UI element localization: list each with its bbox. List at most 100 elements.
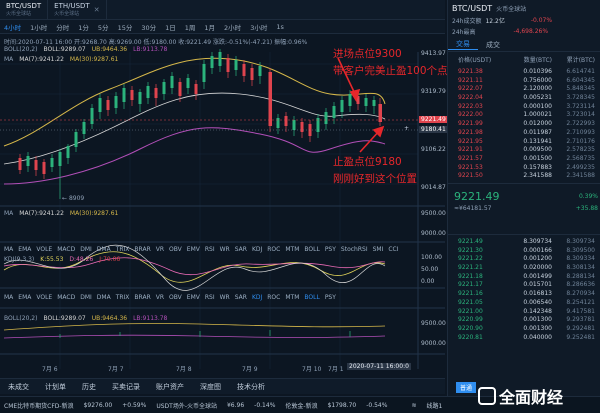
change-abs: -4,698.26% [513, 28, 549, 35]
indicator-cci[interactable]: CCI [388, 246, 398, 253]
bid-row[interactable]: 9220.99 0.001300 9.293781 [448, 316, 600, 325]
kline-chart[interactable]: 时间:2020-07-11 16:00 开:9268.70 高:9269.00 … [0, 34, 458, 374]
bid-row[interactable]: 9220.81 0.040000 9.252481 [448, 334, 600, 343]
bid-row[interactable]: 9221.30 0.000166 8.309500 [448, 247, 600, 256]
interval-1m[interactable]: 1分 [78, 22, 89, 32]
interval-30m[interactable]: 30分 [141, 22, 156, 32]
indicator-stochrsi[interactable]: StochRSI [341, 246, 368, 253]
indicator-rsi[interactable]: RSI [205, 246, 215, 253]
indicator-ema[interactable]: EMA [18, 246, 31, 253]
interval-1h[interactable]: 1小时 [30, 22, 47, 32]
tab-depth[interactable]: 深度图 [200, 382, 221, 392]
bid-row[interactable]: 9221.16 0.016813 8.270934 [448, 290, 600, 299]
indicator-brar[interactable]: BRAR [134, 246, 150, 253]
indicator-psy[interactable]: PSY [325, 246, 336, 253]
ask-row[interactable]: 9222.03 0.000100 3.723114 [448, 103, 600, 112]
tab-trades[interactable]: 买卖记录 [112, 382, 140, 392]
kdj-label: 100.00 [421, 254, 442, 261]
indicator-vr[interactable]: VR [156, 246, 164, 253]
indicator-rsi[interactable]: RSI [205, 294, 215, 301]
tab-open-orders[interactable]: 未成交 [8, 382, 29, 392]
indicator-boll[interactable]: BOLL [304, 294, 319, 301]
tab-title: BTC/USDT [6, 2, 42, 10]
tab-trades[interactable]: 成交 [478, 40, 508, 50]
indicator-dma[interactable]: DMA [97, 246, 111, 253]
indicator-dma[interactable]: DMA [97, 294, 111, 301]
bid-row[interactable]: 9221.21 0.020000 8.308134 [448, 264, 600, 273]
interval-3h[interactable]: 3小时 [250, 22, 267, 32]
indicator-trix[interactable]: TRIX [116, 246, 130, 253]
ask-row[interactable]: 9221.38 0.010396 6.614741 [448, 68, 600, 77]
bid-row[interactable]: 9221.05 0.006540 8.254121 [448, 299, 600, 308]
interval-2h[interactable]: 2小时 [224, 22, 241, 32]
indicator-dmi[interactable]: DMI [80, 294, 92, 301]
indicator-vr[interactable]: VR [156, 294, 164, 301]
ask-row[interactable]: 9221.50 2.341588 2.341588 [448, 172, 600, 181]
bid-row[interactable]: 9220.90 0.001300 9.292481 [448, 325, 600, 334]
tab-assets[interactable]: 账户资产 [156, 382, 184, 392]
indicator-kdj[interactable]: KDJ [252, 294, 262, 301]
ask-row[interactable]: 9221.98 0.011987 2.710993 [448, 129, 600, 138]
tab-eth-usdt[interactable]: ETH/USDT 火币全球站 ✕ [48, 0, 107, 20]
ask-row[interactable]: 9222.07 2.120000 5.848345 [448, 85, 600, 94]
indicator-macd[interactable]: MACD [57, 246, 75, 253]
annotation-entry: 进场点位9300 [333, 48, 402, 60]
ask-row[interactable]: 9221.53 0.157883 2.499235 [448, 164, 600, 173]
indicator-ema[interactable]: EMA [18, 294, 31, 301]
indicator-smi[interactable]: SMI [373, 246, 384, 253]
indicator-obv[interactable]: OBV [169, 246, 182, 253]
tab-btc-usdt[interactable]: BTC/USDT 火币全球站 [0, 0, 49, 20]
close-tab-icon[interactable]: ✕ [94, 6, 100, 14]
indicator-emv[interactable]: EMV [187, 294, 200, 301]
indicator-sar[interactable]: SAR [235, 294, 247, 301]
watermark-text: 全面财经 [499, 388, 564, 407]
ohlc-info-line: 时间:2020-07-11 16:00 开:9268.70 高:9269.00 … [4, 39, 308, 46]
indicator-wr[interactable]: WR [220, 294, 230, 301]
bid-row[interactable]: 9221.18 0.001499 8.288134 [448, 273, 600, 282]
interval-1s[interactable]: 1s [276, 23, 284, 31]
bid-row[interactable]: 9221.22 0.001200 8.309334 [448, 255, 600, 264]
tab-analysis[interactable]: 技术分析 [237, 382, 265, 392]
tab-orderbook[interactable]: 交易 [448, 39, 478, 50]
ask-row[interactable]: 9221.95 0.131941 2.710176 [448, 138, 600, 147]
indicator-ma[interactable]: MA [4, 246, 13, 253]
interval-4h[interactable]: 4小时 [4, 22, 21, 32]
bottom-tabs: 未成交 计划单 历史 买卖记录 账户资产 深度图 技术分析 [0, 378, 445, 394]
indicator-trix[interactable]: TRIX [116, 294, 130, 301]
indicator-dmi[interactable]: DMI [80, 246, 92, 253]
interval-1d[interactable]: 1日 [165, 22, 176, 32]
interval-15m[interactable]: 15分 [118, 22, 133, 32]
ask-row[interactable]: 9221.99 0.012000 2.722993 [448, 120, 600, 129]
indicator-ma[interactable]: MA [4, 294, 13, 301]
ask-row[interactable]: 9221.91 0.009500 2.578235 [448, 146, 600, 155]
bid-row[interactable]: 9221.00 0.142348 9.417581 [448, 308, 600, 317]
indicator-kdj[interactable]: KDJ [252, 246, 262, 253]
indicator-macd[interactable]: MACD [57, 294, 75, 301]
indicator-boll[interactable]: BOLL [304, 246, 319, 253]
ask-row[interactable]: 9222.00 1.000021 3.723014 [448, 111, 600, 120]
indicator-vole[interactable]: VOLE [36, 246, 52, 253]
badge-normal[interactable]: 普通 [456, 382, 477, 393]
bid-row[interactable]: 9221.17 0.015701 8.286636 [448, 281, 600, 290]
indicator-mtm[interactable]: MTM [285, 246, 299, 253]
indicator-mtm[interactable]: MTM [285, 294, 299, 301]
indicator-psy[interactable]: PSY [325, 294, 336, 301]
indicator-obv[interactable]: OBV [169, 294, 182, 301]
indicator-vole[interactable]: VOLE [36, 294, 52, 301]
indicator-roc[interactable]: ROC [267, 246, 280, 253]
indicator-sar[interactable]: SAR [235, 246, 247, 253]
indicator-roc[interactable]: ROC [267, 294, 280, 301]
ask-row[interactable]: 9221.57 0.001500 2.568735 [448, 155, 600, 164]
indicator-brar[interactable]: BRAR [134, 294, 150, 301]
interval-timeline[interactable]: 分时 [56, 22, 69, 32]
ask-row[interactable]: 9221.11 0.756000 6.604345 [448, 77, 600, 86]
indicator-emv[interactable]: EMV [187, 246, 200, 253]
interval-5m[interactable]: 5分 [98, 22, 109, 32]
interval-1mo[interactable]: 1月 [204, 22, 215, 32]
indicator-wr[interactable]: WR [220, 246, 230, 253]
interval-1w[interactable]: 1周 [185, 22, 196, 32]
tab-history[interactable]: 历史 [82, 382, 96, 392]
bid-row[interactable]: 9221.49 8.309734 8.309734 [448, 238, 600, 247]
ask-row[interactable]: 9222.04 0.005231 3.728345 [448, 94, 600, 103]
tab-plan-orders[interactable]: 计划单 [45, 382, 66, 392]
